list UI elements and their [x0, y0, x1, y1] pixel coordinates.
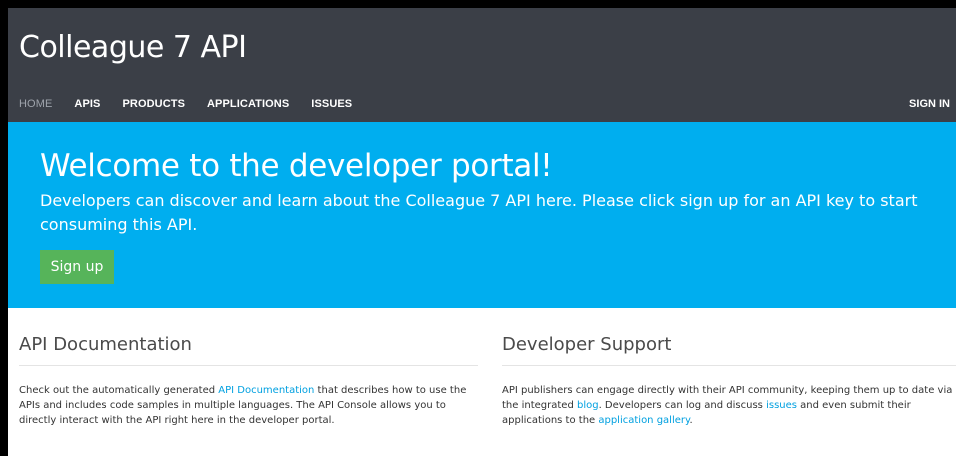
support-text-part: .: [689, 415, 693, 426]
api-documentation-text: Check out the automatically generated AP…: [19, 383, 478, 428]
issues-link[interactable]: issues: [766, 400, 797, 411]
welcome-banner: Welcome to the developer portal! Develop…: [8, 122, 956, 308]
welcome-title: Welcome to the developer portal!: [40, 148, 553, 184]
welcome-text: Developers can discover and learn about …: [40, 191, 918, 234]
docs-text-part: Check out the automatically generated: [19, 385, 219, 396]
api-documentation-link[interactable]: API Documentation: [218, 385, 314, 396]
site-header: Colleague 7 API HOME APIS PRODUCTS APPLI…: [8, 8, 956, 122]
nav-apis[interactable]: APIS: [74, 95, 100, 113]
nav-applications[interactable]: APPLICATIONS: [207, 95, 289, 113]
developer-support-section: Developer Support API publishers can eng…: [502, 308, 956, 428]
developer-support-text: API publishers can engage directly with …: [502, 383, 956, 428]
main-nav: HOME APIS PRODUCTS APPLICATIONS ISSUES: [19, 95, 374, 113]
api-documentation-section: API Documentation Check out the automati…: [19, 308, 478, 428]
api-documentation-heading: API Documentation: [19, 334, 478, 366]
support-text-part: . Developers can log and discuss: [598, 400, 767, 411]
sign-up-button[interactable]: Sign up: [40, 250, 114, 284]
site-title: Colleague 7 API: [19, 30, 247, 65]
sign-in-link[interactable]: SIGN IN: [909, 95, 950, 113]
nav-issues[interactable]: ISSUES: [311, 95, 352, 113]
content-columns: API Documentation Check out the automati…: [8, 308, 956, 456]
page-frame: Colleague 7 API HOME APIS PRODUCTS APPLI…: [8, 8, 956, 456]
nav-home[interactable]: HOME: [19, 95, 52, 113]
application-gallery-link[interactable]: application gallery: [598, 415, 689, 426]
nav-products[interactable]: PRODUCTS: [122, 95, 185, 113]
blog-link[interactable]: blog: [577, 400, 599, 411]
developer-support-heading: Developer Support: [502, 334, 956, 366]
